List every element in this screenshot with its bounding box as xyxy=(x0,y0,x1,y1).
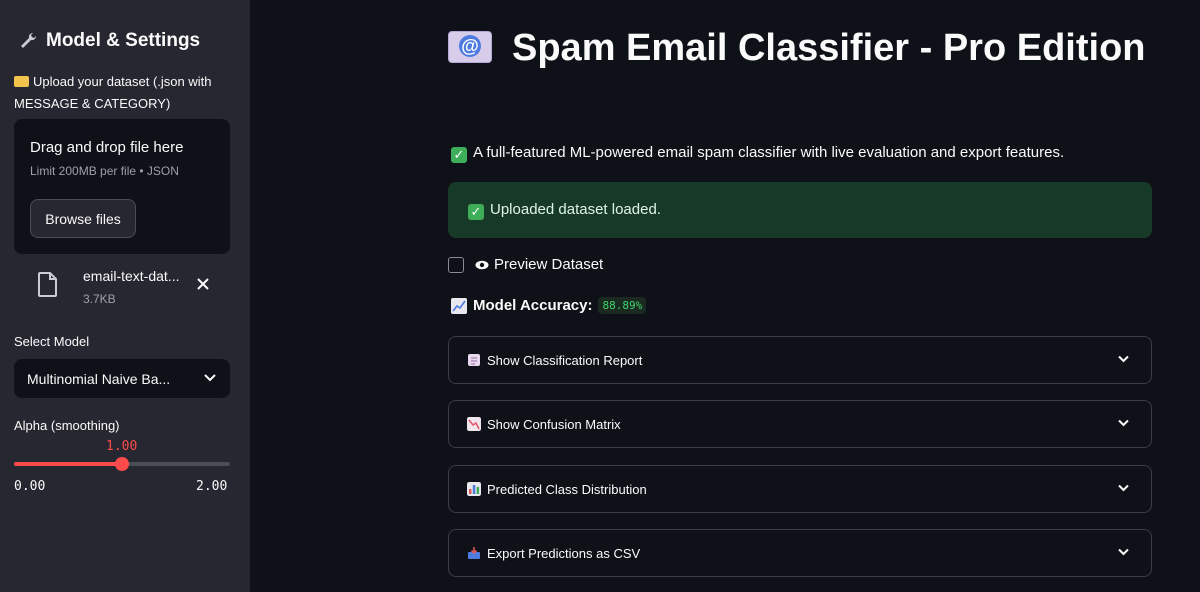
page-title-text: Spam Email Classifier - Pro Edition xyxy=(512,27,1146,69)
wrench-icon xyxy=(21,32,37,48)
chevron-down-icon xyxy=(1118,355,1129,363)
expander-label: Show Confusion Matrix xyxy=(487,416,621,432)
page-title: Spam Email Classifier - Pro Edition xyxy=(448,22,1152,75)
check-icon: ✓ xyxy=(451,147,467,163)
close-icon[interactable] xyxy=(196,277,210,291)
inbox-tray-icon xyxy=(468,547,480,559)
preview-dataset-label: Preview Dataset xyxy=(494,256,604,273)
expander-label: Export Predictions as CSV xyxy=(487,545,641,561)
clipboard-icon xyxy=(468,354,480,366)
chevron-down-icon xyxy=(1118,419,1129,427)
app: Model & Settings Upload your dataset (.j… xyxy=(0,0,1200,592)
success-alert-text: Uploaded dataset loaded. xyxy=(490,201,661,218)
preview-dataset-checkbox[interactable]: Preview Dataset xyxy=(448,256,603,273)
file-name: email-text-dat... xyxy=(83,268,180,284)
expander-confusion-matrix[interactable]: Show Confusion Matrix xyxy=(448,400,1152,448)
alpha-slider-track[interactable] xyxy=(14,457,230,471)
expander-label: Show Classification Report xyxy=(487,352,643,368)
file-icon xyxy=(38,272,57,297)
browse-files-button[interactable]: Browse files xyxy=(30,199,136,238)
accuracy-value: 88.89% xyxy=(598,297,647,314)
bar-chart-icon xyxy=(467,482,481,496)
checkbox[interactable] xyxy=(448,256,464,273)
eye-icon xyxy=(475,260,489,269)
alpha-slider-max: 2.00 xyxy=(196,479,228,494)
chevron-down-icon xyxy=(1118,484,1129,492)
sidebar-title: Model & Settings xyxy=(18,30,200,52)
sidebar-title-text: Model & Settings xyxy=(46,30,201,51)
uploaded-file: email-text-dat... 3.7KB xyxy=(14,266,230,310)
accuracy-label: Model Accuracy: xyxy=(473,297,593,314)
dropzone-limit: Limit 200MB per file • JSON xyxy=(30,164,179,178)
subtitle: ✓ A full-featured ML-powered email spam c… xyxy=(451,144,1064,163)
model-accuracy: Model Accuracy: 88.89% xyxy=(451,297,647,314)
expander-classification-report[interactable]: Show Classification Report xyxy=(448,336,1152,384)
chart-down-icon xyxy=(467,417,481,431)
dropzone-title: Drag and drop file here xyxy=(30,139,184,156)
expander-class-distribution[interactable]: Predicted Class Distribution xyxy=(448,465,1152,513)
select-model-label: Select Model xyxy=(14,334,90,349)
model-select-value: Multinomial Naive Ba... xyxy=(27,370,171,387)
expander-label: Predicted Class Distribution xyxy=(487,481,647,497)
alpha-slider-fill xyxy=(14,462,122,466)
alpha-slider-value: 1.00 xyxy=(106,439,138,454)
email-icon xyxy=(448,31,492,63)
chart-up-icon xyxy=(451,297,467,314)
folder-icon xyxy=(14,76,29,87)
sidebar: Model & Settings Upload your dataset (.j… xyxy=(0,0,250,592)
model-select[interactable]: Multinomial Naive Ba... xyxy=(14,359,230,398)
check-icon: ✓ xyxy=(468,204,484,220)
file-dropzone[interactable]: Drag and drop file here Limit 200MB per … xyxy=(14,119,230,254)
alpha-slider-thumb[interactable] xyxy=(115,457,129,471)
file-size: 3.7KB xyxy=(83,292,116,306)
alpha-slider-label: Alpha (smoothing) xyxy=(14,418,120,433)
upload-label: Upload your dataset (.json with MESSAGE … xyxy=(14,71,234,115)
subtitle-text: A full-featured ML-powered email spam cl… xyxy=(473,144,1065,161)
success-alert: ✓ Uploaded dataset loaded. xyxy=(448,182,1152,238)
chevron-down-icon xyxy=(204,374,216,382)
alpha-slider-min: 0.00 xyxy=(14,479,46,494)
upload-label-text: Upload your dataset (.json with MESSAGE … xyxy=(14,74,212,111)
chevron-down-icon xyxy=(1118,548,1129,556)
expander-export-csv[interactable]: Export Predictions as CSV xyxy=(448,529,1152,577)
